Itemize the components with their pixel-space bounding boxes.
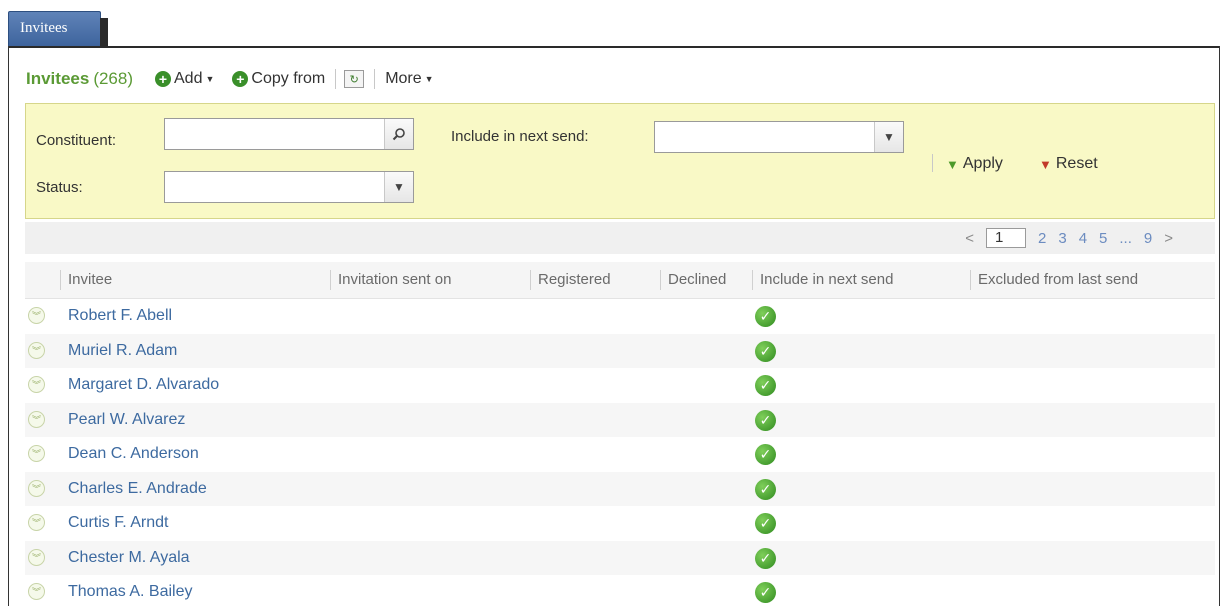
more-button[interactable]: More ▼ — [385, 70, 433, 88]
expand-row-icon[interactable]: ︾ — [28, 548, 45, 566]
pager-bar: < 1 2 3 4 5... 9 > — [25, 222, 1215, 254]
section-title: Invitees — [26, 69, 90, 88]
check-circle-icon: ✓ — [755, 513, 776, 534]
page-link[interactable]: 2 — [1038, 230, 1046, 247]
apply-label: Apply — [962, 155, 1003, 172]
apply-button[interactable]: ▼ Apply — [946, 155, 1003, 173]
invitee-name-link[interactable]: Muriel R. Adam — [68, 334, 177, 368]
expand-row-icon[interactable]: ︾ — [28, 583, 45, 600]
check-circle-icon: ✓ — [755, 375, 776, 396]
status-select[interactable]: ▼ — [164, 171, 414, 203]
chevron-down-icon[interactable]: ▼ — [384, 172, 413, 202]
status-label: Status: — [36, 179, 83, 196]
caret-down-icon: ▼ — [424, 74, 434, 84]
column-header[interactable]: Excluded from last send — [970, 262, 1185, 298]
table-row[interactable]: ︾ Margaret D. Alvarado ✓ — [25, 368, 1215, 403]
copy-from-label: Copy from — [251, 70, 326, 87]
invitee-name-link[interactable]: Curtis F. Arndt — [68, 506, 168, 540]
expand-row-icon[interactable]: ︾ — [28, 410, 45, 428]
page-link[interactable]: 9 — [1144, 230, 1152, 247]
constituent-label: Constituent: — [36, 132, 117, 149]
tab-invitees[interactable]: Invitees — [8, 11, 108, 47]
invitee-name-link[interactable]: Margaret D. Alvarado — [68, 368, 219, 402]
reset-label: Reset — [1055, 155, 1098, 172]
invitee-name-link[interactable]: Chester M. Ayala — [68, 541, 190, 575]
table-header: Invitee Invitation sent on Registered Decli… — [25, 262, 1215, 299]
plus-circle-icon: + — [155, 71, 171, 87]
invitee-name-link[interactable]: Thomas A. Bailey — [68, 575, 193, 609]
check-circle-icon: ✓ — [755, 582, 776, 603]
pager: < 1 2 3 4 5... 9 > — [965, 228, 1173, 248]
copy-from-button[interactable]: + Copy from — [232, 70, 325, 88]
filter-panel: Constituent: Status: ▼ Include in next s… — [25, 103, 1215, 219]
column-header[interactable]: Include in next send — [752, 262, 970, 298]
search-icon[interactable] — [384, 119, 413, 149]
prev-page-button[interactable]: < — [965, 230, 974, 247]
more-label: More — [385, 70, 422, 87]
filter-divider — [932, 154, 933, 172]
column-header[interactable]: Registered — [530, 262, 660, 298]
table-row[interactable]: ︾ Charles E. Andrade ✓ — [25, 471, 1215, 506]
page-link[interactable]: 5 — [1099, 230, 1107, 247]
page-link[interactable]: 3 — [1058, 230, 1066, 247]
column-header[interactable]: Declined — [660, 262, 752, 298]
expand-row-icon[interactable]: ︾ — [28, 445, 45, 462]
table-row[interactable]: ︾ Muriel R. Adam ✓ — [25, 333, 1215, 368]
expand-row-icon[interactable]: ︾ — [28, 479, 45, 497]
page-link[interactable]: 4 — [1079, 230, 1087, 247]
toolbar-divider — [335, 69, 337, 89]
constituent-input[interactable] — [164, 118, 414, 150]
invitees-table: Invitee Invitation sent on Registered Decli… — [25, 262, 1215, 610]
invitee-name-link[interactable]: Robert F. Abell — [68, 299, 172, 333]
check-circle-icon: ✓ — [755, 306, 776, 327]
expand-row-icon[interactable]: ︾ — [28, 514, 45, 531]
invitee-name-link[interactable]: Pearl W. Alvarez — [68, 403, 185, 437]
funnel-reset-icon: ▼ — [1039, 156, 1052, 172]
next-page-button[interactable]: > — [1164, 230, 1173, 247]
check-circle-icon: ✓ — [755, 478, 776, 500]
tab-label: Invitees — [20, 20, 68, 36]
invitee-name-link[interactable]: Charles E. Andrade — [68, 472, 207, 506]
reset-button[interactable]: ▼ Reset — [1039, 155, 1098, 173]
include-next-send-label: Include in next send: — [451, 128, 589, 145]
table-row[interactable]: ︾ Robert F. Abell ✓ — [25, 299, 1215, 334]
column-header[interactable]: Invitation sent on — [330, 262, 530, 298]
table-row[interactable]: ︾ Chester M. Ayala ✓ — [25, 540, 1215, 575]
expand-row-icon[interactable]: ︾ — [28, 376, 45, 393]
funnel-icon: ▼ — [946, 156, 959, 172]
invitee-count: (268) — [93, 69, 133, 88]
current-page-input[interactable]: 1 — [986, 228, 1026, 248]
table-row[interactable]: ︾ Thomas A. Bailey ✓ — [25, 575, 1215, 610]
table-row[interactable]: ︾ Curtis F. Arndt ✓ — [25, 506, 1215, 541]
table-body: ︾ Robert F. Abell ✓ ︾ Muriel R. Adam ✓ ︾ Margar… — [25, 299, 1215, 610]
check-circle-icon: ✓ — [755, 409, 776, 431]
expand-row-icon[interactable]: ︾ — [28, 307, 45, 324]
chevron-down-icon[interactable]: ▼ — [874, 122, 903, 152]
invitee-name-link[interactable]: Dean C. Anderson — [68, 437, 199, 471]
refresh-icon[interactable]: ↻ — [344, 70, 365, 88]
toolbar-divider — [374, 69, 376, 89]
table-row[interactable]: ︾ Dean C. Anderson ✓ — [25, 437, 1215, 472]
expand-row-icon[interactable]: ︾ — [28, 341, 45, 359]
pager-ellipsis: ... — [1119, 229, 1132, 247]
plus-circle-icon: + — [232, 71, 249, 87]
table-row[interactable]: ︾ Pearl W. Alvarez ✓ — [25, 402, 1215, 437]
check-circle-icon: ✓ — [755, 340, 776, 362]
caret-down-icon: ▼ — [205, 74, 215, 84]
check-circle-icon: ✓ — [755, 547, 776, 569]
include-next-send-select[interactable]: ▼ — [654, 121, 904, 153]
check-circle-icon: ✓ — [755, 444, 776, 465]
add-label: Add — [174, 70, 203, 87]
column-header[interactable]: Invitee — [60, 262, 330, 298]
add-button[interactable]: + Add ▼ — [155, 70, 214, 88]
toolbar: Invitees (268) + Add ▼ + Copy from ↻ Mor… — [26, 66, 434, 92]
